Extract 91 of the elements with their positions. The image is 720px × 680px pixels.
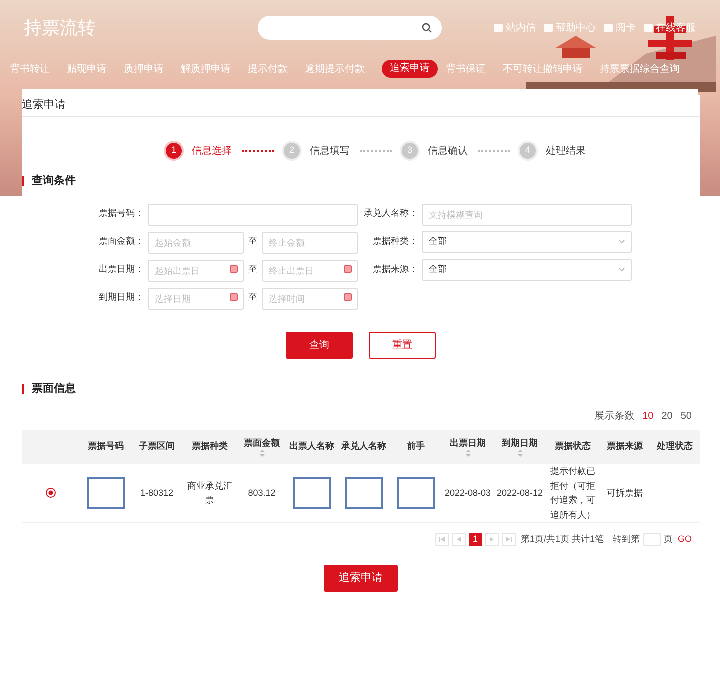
column-header: 出票日期 — [450, 436, 486, 450]
page-summary: 第1页/共1页 共计1笔 — [520, 533, 604, 546]
field-label: 票据种类： — [372, 234, 418, 248]
calendar-icon — [230, 292, 238, 300]
page-input[interactable] — [642, 533, 661, 546]
section-title: 票面信息 — [32, 382, 76, 396]
table-cell: 1-80312 — [140, 488, 174, 498]
page-number-button[interactable]: 1 — [468, 533, 482, 546]
redaction-box — [345, 477, 383, 509]
header-link[interactable]: 在线客服 — [644, 20, 696, 36]
chevron-icon — [619, 268, 625, 272]
field-label: 承兑人名称： — [364, 206, 418, 220]
calendar-icon — [344, 264, 352, 272]
sort-icon[interactable] — [466, 450, 470, 458]
column-header: 票据来源 — [607, 440, 643, 454]
column-header: 前手 — [407, 440, 425, 454]
input-field[interactable] — [148, 204, 358, 226]
field-label: 票据号码： — [98, 206, 144, 220]
input-field[interactable]: 终止金额 — [262, 232, 358, 254]
query-button[interactable]: 查询 — [286, 332, 353, 358]
page-size-option[interactable]: 10 — [642, 409, 654, 424]
date-field[interactable]: 终止出票日 — [262, 260, 358, 282]
select-field[interactable]: 全部 — [422, 230, 632, 252]
field-label: 票据来源： — [372, 262, 418, 276]
redaction-box — [87, 477, 125, 509]
link-icon — [544, 24, 553, 32]
sort-icon[interactable] — [518, 450, 522, 458]
page-unit: 页 — [664, 533, 673, 546]
page-size-option[interactable]: 50 — [680, 409, 692, 424]
range-separator: 至 — [248, 290, 258, 304]
range-separator: 至 — [248, 234, 258, 248]
nav-tab[interactable]: 追索申请 — [382, 60, 438, 78]
table-cell: 可拆票据 — [607, 488, 643, 498]
column-header: 票据号码 — [88, 440, 124, 454]
date-field[interactable]: 选择时间 — [262, 288, 358, 310]
table-cell: 2022-08-03 — [444, 488, 492, 498]
column-header: 票面金额 — [244, 436, 280, 450]
next-page-button[interactable] — [484, 533, 499, 546]
column-header: 子票区间 — [139, 440, 175, 454]
page-title: 追索申请 — [22, 98, 66, 114]
search-icon — [422, 23, 432, 33]
search-field[interactable] — [258, 16, 442, 40]
previous-page-button[interactable] — [452, 533, 466, 546]
arrow-icon — [488, 537, 495, 542]
column-header: 出票人名称 — [290, 440, 334, 454]
date-field[interactable]: 起始出票日 — [148, 260, 244, 282]
table-cell: 提示付款已拒付（可拒付追索，可追所有人） — [550, 466, 596, 520]
field-label: 票面金额： — [98, 234, 144, 248]
column-header: 处理状态 — [657, 440, 693, 454]
app-title: 持票流转 — [24, 16, 97, 40]
page-size-label: 展示条数 — [594, 410, 635, 424]
last-page-button[interactable] — [502, 533, 516, 546]
arrow-icon — [506, 537, 512, 542]
table-cell: 803.12 — [248, 488, 276, 498]
redaction-box — [293, 477, 331, 509]
input-field[interactable]: 起始金额 — [148, 232, 244, 254]
calendar-icon — [230, 264, 238, 272]
reset-button[interactable]: 重置 — [369, 332, 436, 358]
column-header: 到期日期 — [502, 436, 538, 450]
column-header: 票据状态 — [555, 440, 591, 454]
step-label: 信息填写 — [310, 144, 350, 158]
page-size-option[interactable]: 20 — [662, 409, 673, 424]
goto-label: 转到第 — [612, 533, 640, 546]
first-page-button[interactable] — [434, 533, 449, 546]
submit-button[interactable]: 追索申请 — [324, 564, 398, 592]
calendar-icon — [344, 292, 352, 300]
step-number: 1 — [166, 143, 182, 159]
step-label: 信息确认 — [428, 144, 468, 158]
table-cell: 2022-08-12 — [496, 488, 544, 498]
range-separator: 至 — [248, 262, 258, 276]
sort-icon[interactable] — [260, 450, 264, 458]
column-header: 承兑人名称 — [342, 440, 386, 454]
column-header: 票据种类 — [192, 440, 228, 454]
select-field[interactable]: 全部 — [422, 258, 632, 280]
step-label: 信息选择 — [192, 144, 232, 158]
field-label: 到期日期： — [98, 290, 144, 304]
link-icon — [604, 24, 613, 32]
step-label: 处理结果 — [546, 144, 586, 158]
date-field[interactable]: 选择日期 — [148, 288, 244, 310]
chevron-icon — [619, 240, 625, 244]
field-label: 出票日期： — [98, 262, 144, 276]
redaction-box — [397, 477, 435, 509]
go-link[interactable]: GO — [678, 533, 692, 546]
link-icon — [644, 24, 653, 32]
input-field[interactable]: 支持模糊查询 — [422, 204, 632, 226]
link-icon — [494, 24, 503, 32]
arrow-icon — [456, 537, 462, 542]
arrow-icon — [438, 537, 445, 542]
table-cell: 商业承兑汇票 — [188, 480, 232, 505]
radio-button[interactable] — [46, 488, 56, 498]
section-title: 查询条件 — [32, 174, 76, 189]
